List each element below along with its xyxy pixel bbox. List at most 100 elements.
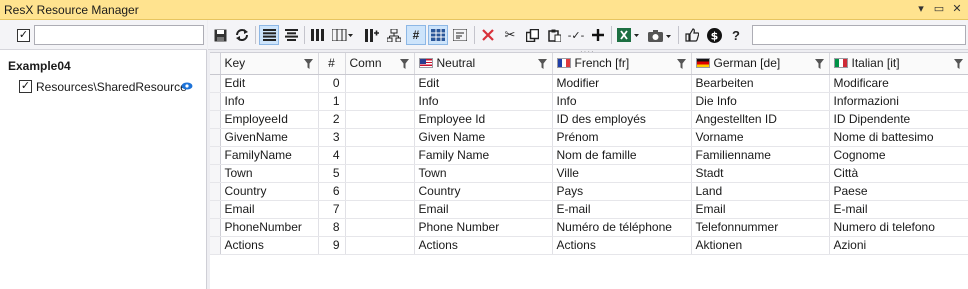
column-header-italian[interactable]: Italian [it] (829, 53, 968, 75)
column-header-german[interactable]: German [de] (691, 53, 830, 75)
window-close-button[interactable]: ✕ (950, 2, 964, 17)
row-header[interactable] (210, 236, 221, 255)
italian-cell[interactable]: Numero di telefono (829, 218, 968, 237)
copy-icon[interactable] (522, 25, 542, 45)
table-row[interactable]: Country 6 Country Pays Land Paese (210, 182, 968, 201)
column-header-comment[interactable]: Comn (345, 53, 415, 75)
french-cell[interactable]: Ville (552, 164, 692, 183)
table-row[interactable]: PhoneNumber 8 Phone Number Numéro de téléph… (210, 218, 968, 237)
german-cell[interactable]: Bearbeiten (691, 74, 830, 93)
comment-cell[interactable] (345, 218, 415, 237)
neutral-cell[interactable]: Edit (414, 74, 553, 93)
french-cell[interactable]: Nom de famille (552, 146, 692, 165)
table-row[interactable]: Email 7 Email E-mail Email E-mail (210, 200, 968, 219)
key-cell[interactable]: EmployeeId (220, 110, 319, 129)
like-icon[interactable] (682, 25, 702, 45)
row-header[interactable] (210, 92, 221, 111)
italian-cell[interactable]: ID Dipendente (829, 110, 968, 129)
tree-item-shared-resource[interactable]: ✓ Resources\SharedResource (19, 79, 205, 95)
select-all-checkbox[interactable]: ✓ (17, 29, 30, 42)
refresh-icon[interactable] (232, 25, 252, 45)
table-row[interactable]: Edit 0 Edit Modifier Bearbeiten Modificare (210, 74, 968, 93)
key-cell[interactable]: Edit (220, 74, 319, 93)
german-cell[interactable]: Email (691, 200, 830, 219)
align-justify-icon[interactable] (281, 25, 301, 45)
italian-cell[interactable]: Paese (829, 182, 968, 201)
italian-cell[interactable]: Azioni (829, 236, 968, 255)
french-cell[interactable]: Actions (552, 236, 692, 255)
window-restore-button[interactable]: ▭ (932, 2, 946, 17)
key-cell[interactable]: PhoneNumber (220, 218, 319, 237)
row-header[interactable] (210, 182, 221, 201)
cut-icon[interactable]: ✂ (500, 25, 520, 45)
add-icon[interactable] (588, 25, 608, 45)
french-cell[interactable]: E-mail (552, 200, 692, 219)
number-icon[interactable]: # (406, 25, 426, 45)
comment-cell[interactable] (345, 74, 415, 93)
filter-icon[interactable] (537, 59, 547, 69)
row-header[interactable] (210, 110, 221, 129)
french-cell[interactable]: Info (552, 92, 692, 111)
align-left-icon[interactable] (259, 25, 279, 45)
table-row[interactable]: Info 1 Info Info Die Info Informazioni (210, 92, 968, 111)
column-header-french[interactable]: French [fr] (552, 53, 692, 75)
key-cell[interactable]: FamilyName (220, 146, 319, 165)
table-row[interactable]: Town 5 Town Ville Stadt Città (210, 164, 968, 183)
comment-cell[interactable] (345, 164, 415, 183)
tree-filter-input[interactable] (34, 25, 204, 45)
tree-item-checkbox[interactable]: ✓ (19, 80, 32, 93)
neutral-cell[interactable]: Country (414, 182, 553, 201)
key-cell[interactable]: Email (220, 200, 319, 219)
french-cell[interactable]: ID des employés (552, 110, 692, 129)
german-cell[interactable]: Familienname (691, 146, 830, 165)
comment-cell[interactable] (345, 92, 415, 111)
neutral-cell[interactable]: Info (414, 92, 553, 111)
neutral-cell[interactable]: Family Name (414, 146, 553, 165)
french-cell[interactable]: Prénom (552, 128, 692, 147)
key-cell[interactable]: Town (220, 164, 319, 183)
screenshot-icon[interactable] (647, 25, 675, 45)
german-cell[interactable]: Angestellten ID (691, 110, 830, 129)
comment-cell[interactable] (345, 200, 415, 219)
comment-cell[interactable] (345, 110, 415, 129)
search-input[interactable] (752, 25, 966, 45)
filter-icon[interactable] (814, 59, 824, 69)
french-cell[interactable]: Modifier (552, 74, 692, 93)
german-cell[interactable]: Vorname (691, 128, 830, 147)
translate-icon[interactable]: -✓- (566, 25, 586, 45)
key-cell[interactable]: GivenName (220, 128, 319, 147)
table-row[interactable]: Actions 9 Actions Actions Aktionen Azioni (210, 236, 968, 255)
filter-icon[interactable] (303, 59, 313, 69)
eye-icon[interactable] (181, 82, 193, 90)
table-row[interactable]: GivenName 3 Given Name Prénom Vorname Nome di… (210, 128, 968, 147)
text-wrap-icon[interactable] (450, 25, 470, 45)
window-menu-button[interactable]: ▾ (914, 2, 928, 17)
italian-cell[interactable]: E-mail (829, 200, 968, 219)
italian-cell[interactable]: Modificare (829, 74, 968, 93)
german-cell[interactable]: Stadt (691, 164, 830, 183)
donate-icon[interactable]: $ (704, 25, 724, 45)
italian-cell[interactable]: Nome di battesimo (829, 128, 968, 147)
tree-icon[interactable] (384, 25, 404, 45)
tree-root-label[interactable]: Example04 (8, 59, 71, 73)
filter-icon[interactable] (676, 59, 686, 69)
columns-icon[interactable] (308, 25, 328, 45)
italian-cell[interactable]: Città (829, 164, 968, 183)
german-cell[interactable]: Aktionen (691, 236, 830, 255)
add-column-icon[interactable] (362, 25, 382, 45)
neutral-cell[interactable]: Actions (414, 236, 553, 255)
row-header[interactable] (210, 164, 221, 183)
italian-cell[interactable]: Cognome (829, 146, 968, 165)
grid-icon[interactable] (428, 25, 448, 45)
column-header-key[interactable]: Key (220, 53, 319, 75)
german-cell[interactable]: Telefonnummer (691, 218, 830, 237)
comment-cell[interactable] (345, 182, 415, 201)
row-header[interactable] (210, 128, 221, 147)
neutral-cell[interactable]: Email (414, 200, 553, 219)
comment-cell[interactable] (345, 128, 415, 147)
row-header[interactable] (210, 200, 221, 219)
row-header[interactable] (210, 74, 221, 93)
table-row[interactable]: EmployeeId 2 Employee Id ID des employés Ang… (210, 110, 968, 129)
paste-icon[interactable] (544, 25, 564, 45)
french-cell[interactable]: Pays (552, 182, 692, 201)
